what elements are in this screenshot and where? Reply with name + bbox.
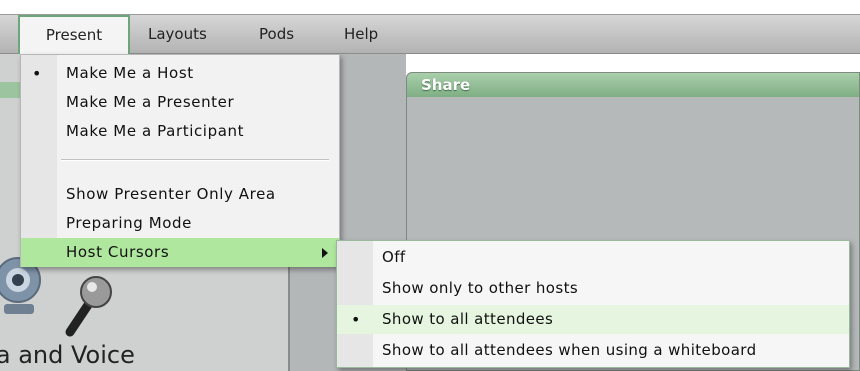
submenu-item-show-to-all-attendees-whiteboard[interactable]: Show to all attendees when using a white… xyxy=(337,336,849,365)
menu-item-show-presenter-only-area[interactable]: Show Presenter Only Area xyxy=(21,180,339,209)
menu-layouts[interactable]: Layouts xyxy=(148,15,207,53)
menu-item-make-me-presenter[interactable]: Make Me a Presenter xyxy=(21,88,339,117)
submenu-item-label: Show to all attendees when using a white… xyxy=(382,341,757,359)
menu-item-label: Make Me a Participant xyxy=(66,122,245,140)
menu-item-label: Host Cursors xyxy=(66,243,170,261)
menu-item-preparing-mode[interactable]: Preparing Mode xyxy=(21,209,339,238)
checked-bullet-icon: • xyxy=(32,64,42,83)
menu-item-label: Make Me a Presenter xyxy=(66,93,235,111)
microphone-icon xyxy=(65,276,112,337)
host-cursors-submenu: Off Show only to other hosts • Show to a… xyxy=(336,240,850,368)
submenu-item-label: Show to all attendees xyxy=(382,310,554,328)
menu-separator xyxy=(61,159,329,161)
menu-item-host-cursors[interactable]: Host Cursors xyxy=(21,238,339,267)
menu-item-label: Preparing Mode xyxy=(66,214,192,232)
menu-item-label: Make Me a Host xyxy=(66,64,194,82)
menu-item-make-me-participant[interactable]: Make Me a Participant xyxy=(21,117,339,146)
checked-bullet-icon: • xyxy=(351,310,361,329)
menu-bar: Present Layouts Pods Help xyxy=(0,14,860,55)
submenu-item-label: Show only to other hosts xyxy=(382,279,579,297)
menu-pods[interactable]: Pods xyxy=(259,15,294,53)
submenu-item-show-to-all-attendees[interactable]: • Show to all attendees xyxy=(337,305,849,334)
share-pod-title: Share xyxy=(407,73,859,97)
camera-voice-label: ra and Voice xyxy=(0,341,135,369)
pod-header-strip xyxy=(0,82,20,98)
menu-present[interactable]: Present xyxy=(18,15,130,55)
submenu-item-show-only-to-other-hosts[interactable]: Show only to other hosts xyxy=(337,274,849,303)
present-menu-dropdown: • Make Me a Host Make Me a Presenter Mak… xyxy=(20,54,340,267)
submenu-arrow-icon xyxy=(322,248,328,258)
window-top-strip xyxy=(0,0,860,14)
menu-help[interactable]: Help xyxy=(344,15,378,53)
submenu-item-label: Off xyxy=(382,248,406,266)
menu-item-label: Show Presenter Only Area xyxy=(66,185,276,203)
submenu-item-off[interactable]: Off xyxy=(337,243,849,272)
menu-item-make-me-host[interactable]: • Make Me a Host xyxy=(21,59,339,88)
